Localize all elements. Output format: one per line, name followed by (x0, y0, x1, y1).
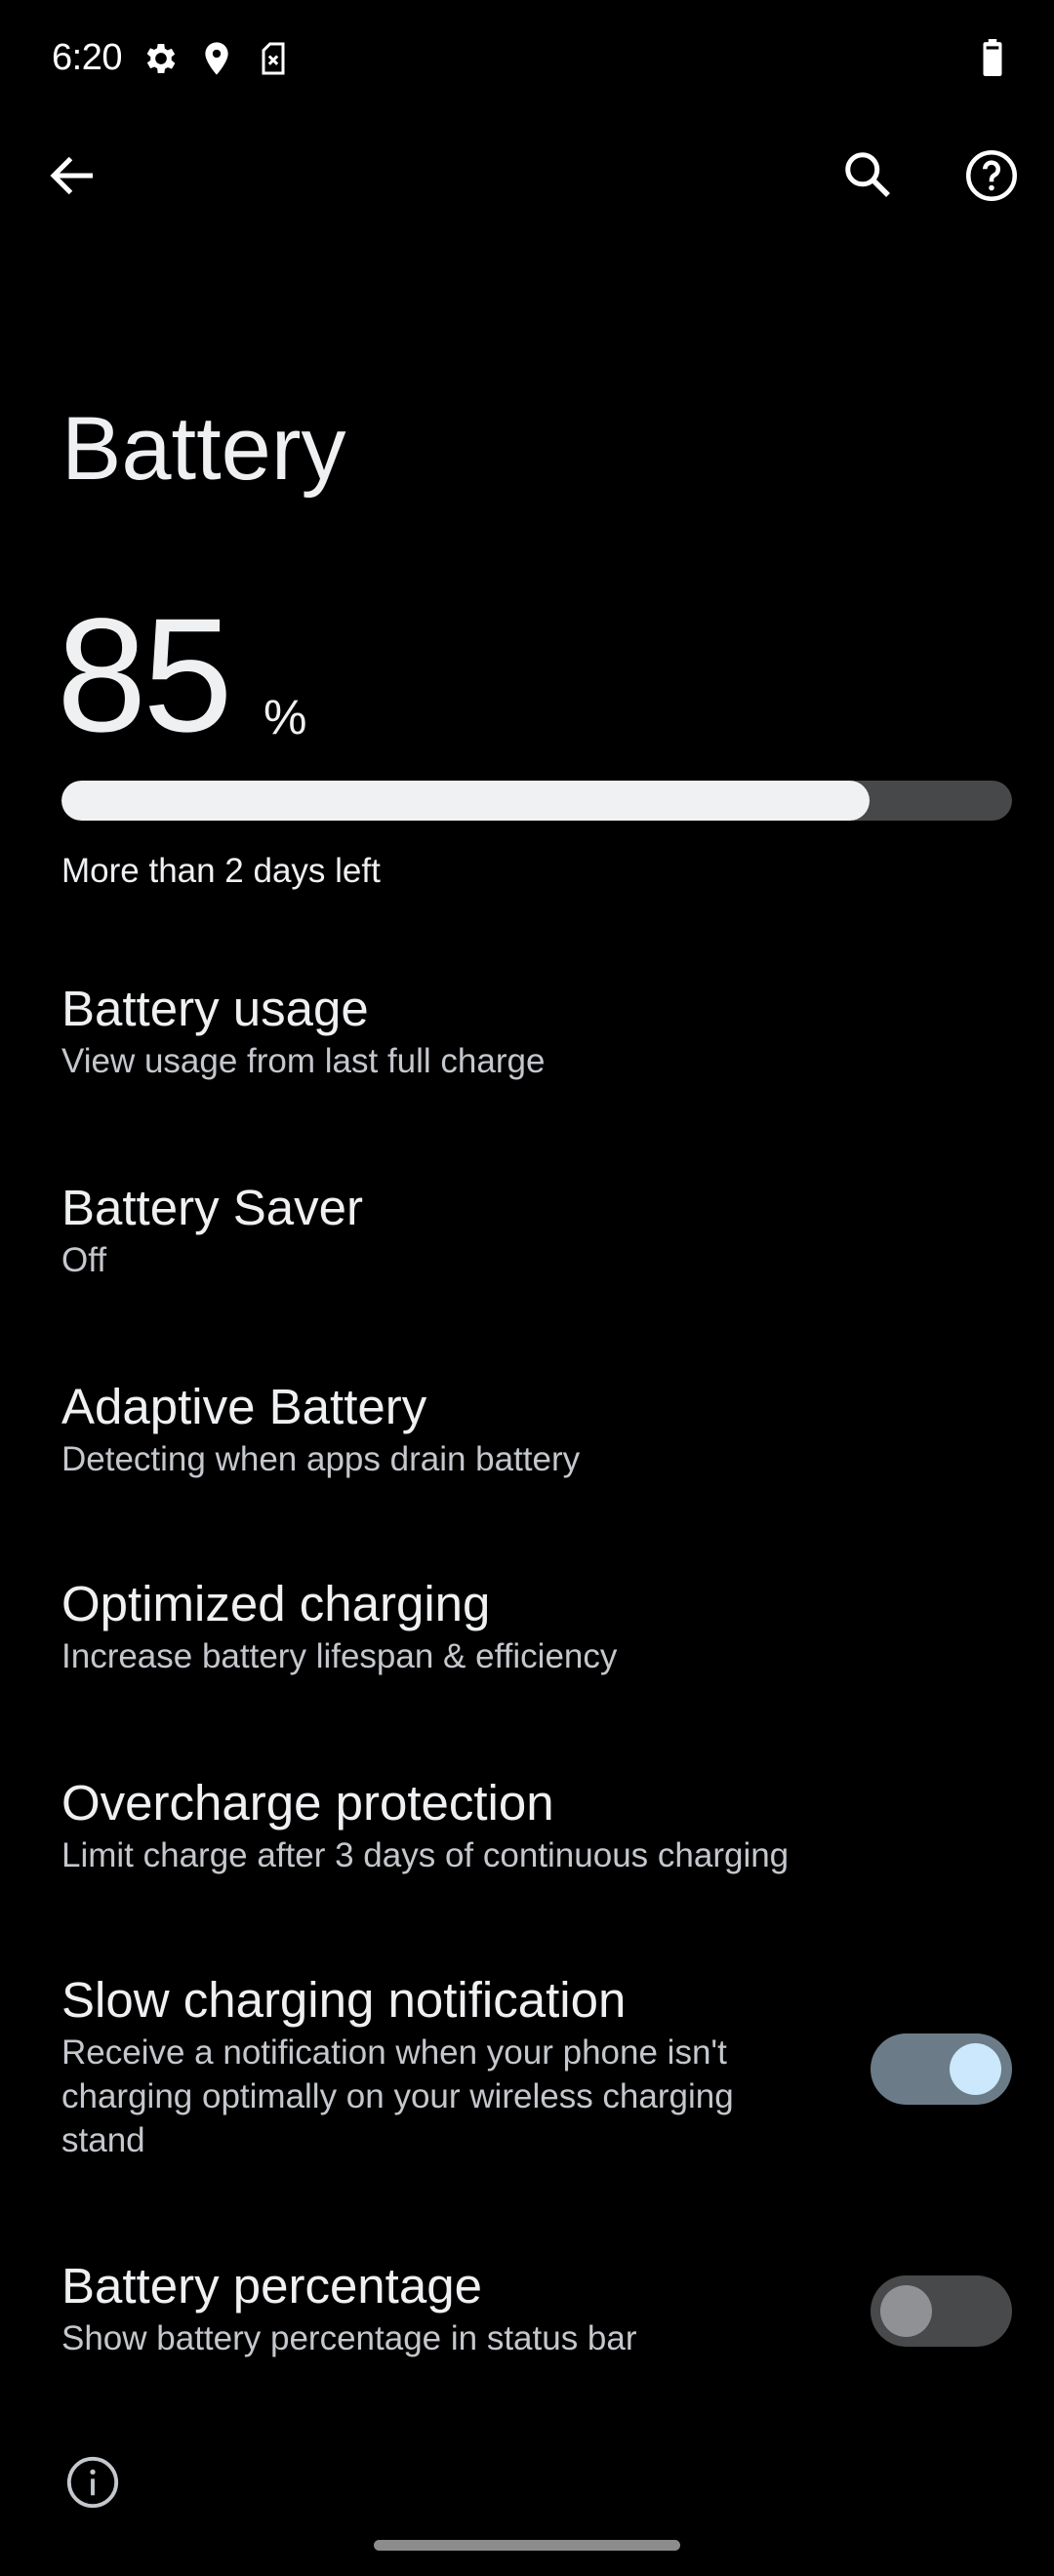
status-time: 6:20 (52, 37, 122, 78)
setting-title: Battery percentage (61, 2258, 482, 2314)
page-title: Battery (61, 399, 346, 499)
battery-time-estimate: More than 2 days left (61, 852, 381, 890)
info-icon (66, 2456, 119, 2509)
setting-subtitle: View usage from last full charge (61, 1042, 546, 1080)
battery-level-bar (61, 781, 1012, 821)
help-icon[interactable] (962, 146, 1021, 205)
setting-overcharge-protection[interactable]: Overcharge protection Limit charge after… (61, 1773, 993, 1877)
location-pin-icon (205, 42, 228, 75)
back-arrow-icon[interactable] (44, 146, 102, 205)
battery-level-unit: % (264, 690, 307, 745)
slow-charging-notification-toggle[interactable] (871, 2033, 1012, 2105)
setting-adaptive-battery[interactable]: Adaptive Battery Detecting when apps dra… (61, 1377, 993, 1481)
toggle-thumb (950, 2043, 1001, 2095)
battery-level-value: 85 (57, 585, 233, 766)
setting-battery-percentage[interactable]: Battery percentage Show battery percenta… (61, 2256, 823, 2360)
home-gesture-handle[interactable] (374, 2540, 680, 2551)
battery-percentage-toggle[interactable] (871, 2275, 1012, 2347)
setting-battery-usage[interactable]: Battery usage View usage from last full … (61, 979, 993, 1083)
settings-gear-icon (146, 44, 176, 73)
setting-subtitle: Increase battery lifespan & efficiency (61, 1637, 618, 1675)
setting-battery-saver[interactable]: Battery Saver Off (61, 1178, 993, 1282)
setting-subtitle: Detecting when apps drain battery (61, 1440, 581, 1478)
setting-optimized-charging[interactable]: Optimized charging Increase battery life… (61, 1574, 993, 1678)
setting-title: Battery Saver (61, 1180, 363, 1235)
setting-subtitle: Limit charge after 3 days of continuous … (61, 1836, 790, 1874)
setting-subtitle: Receive a notification when your phone i… (61, 2033, 734, 2159)
setting-title: Optimized charging (61, 1576, 491, 1631)
no-sim-icon (262, 42, 285, 75)
setting-title: Slow charging notification (61, 1972, 627, 2028)
search-icon[interactable] (839, 146, 898, 205)
battery-icon (983, 39, 1002, 76)
setting-subtitle: Show battery percentage in status bar (61, 2319, 637, 2357)
setting-subtitle: Off (61, 1241, 107, 1279)
toggle-thumb (880, 2285, 932, 2337)
setting-title: Battery usage (61, 981, 369, 1036)
setting-title: Overcharge protection (61, 1775, 554, 1831)
setting-slow-charging-notification[interactable]: Slow charging notification Receive a not… (61, 1970, 823, 2162)
setting-title: Adaptive Battery (61, 1379, 427, 1434)
battery-level-bar-fill (61, 781, 870, 821)
